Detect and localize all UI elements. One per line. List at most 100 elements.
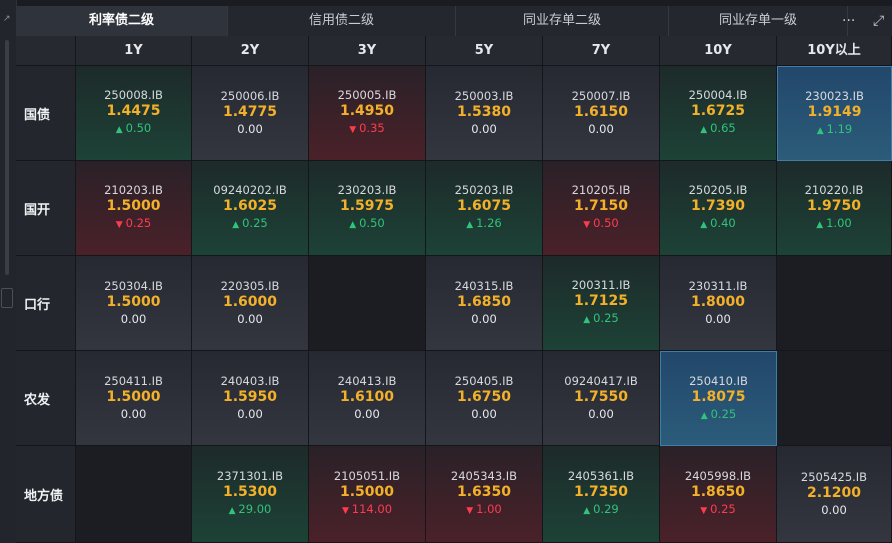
bond-code: 240403.IB: [220, 374, 280, 388]
bond-code: 230203.IB: [337, 183, 397, 197]
column-header-7: 10Y以上: [777, 36, 892, 66]
bond-code: 250304.IB: [104, 279, 163, 293]
bond-yield: 1.5000: [106, 389, 161, 405]
bond-yield: 1.5950: [222, 389, 278, 405]
bond-change-value: 0.00: [821, 503, 847, 517]
bond-code: 09240417.IB: [564, 374, 638, 388]
bond-cell[interactable]: 250008.IB 1.4475 ▲ 0.50: [76, 66, 192, 161]
bond-yield: 1.7150: [573, 198, 629, 214]
bond-cell[interactable]: 2371301.IB 1.5300 ▲ 29.00: [192, 446, 309, 543]
bond-change: 0.00: [237, 121, 263, 137]
bond-change-value: 0.50: [125, 121, 152, 135]
bond-yield: 1.6025: [222, 198, 278, 214]
bond-yield: 1.8000: [690, 294, 746, 310]
bond-code: 250008.IB: [104, 88, 163, 102]
bond-cell[interactable]: 240413.IB 1.6100 0.00: [309, 351, 426, 446]
bond-change: ▲ 1.00: [816, 215, 851, 233]
bond-code: 2371301.IB: [216, 469, 284, 483]
bond-yield: 1.7550: [573, 389, 629, 405]
bond-cell[interactable]: 250006.IB 1.4775 0.00: [192, 66, 309, 161]
bond-cell[interactable]: 250411.IB 1.5000 0.00: [76, 351, 192, 446]
bond-cell[interactable]: 2105051.IB 1.5000 ▼ 114.00: [309, 446, 426, 543]
bond-yield: 1.6075: [456, 198, 512, 214]
bond-change-value: 0.00: [354, 407, 380, 421]
bond-yield: 1.6725: [690, 103, 746, 119]
bond-cell[interactable]: 250005.IB 1.4950 ▼ 0.35: [309, 66, 426, 161]
arrow-up-icon: ▲: [583, 315, 594, 325]
bond-change: ▲ 0.25: [232, 215, 267, 233]
left-scrollbar[interactable]: [5, 40, 9, 275]
bond-cell[interactable]: 250205.IB 1.7390 ▲ 0.40: [660, 161, 777, 256]
bond-change: 0.00: [588, 121, 614, 137]
row-label: 农发: [16, 351, 76, 446]
bond-change-value: 0.25: [242, 216, 268, 230]
arrow-up-icon: ▲: [816, 125, 827, 136]
bond-yield: 1.4775: [222, 104, 278, 120]
bond-cell[interactable]: 220305.IB 1.6000 0.00: [192, 256, 309, 351]
arrow-up-icon: ▲: [583, 506, 594, 516]
bond-cell[interactable]: 240315.IB 1.6850 0.00: [426, 256, 543, 351]
bond-change-value: 0.50: [359, 216, 385, 230]
tab-ncd-primary[interactable]: 同业存单一级: [669, 6, 848, 36]
yield-grid: 1Y 2Y 3Y 5Y 7Y 10Y 10Y以上 国债 250008.IB 1.4475 ▲ 0.5…: [16, 36, 892, 543]
bond-cell[interactable]: 2505425.IB 2.1200 0.00: [777, 446, 892, 543]
arrow-up-icon: ▲: [700, 410, 711, 421]
bond-change: 0.00: [354, 406, 380, 422]
bond-code: 2105051.IB: [333, 469, 401, 483]
bond-change-value: 0.00: [588, 407, 614, 421]
arrow-down-icon: ▼: [583, 220, 594, 230]
bond-cell[interactable]: 250304.IB 1.5000 0.00: [76, 256, 192, 351]
bond-cell[interactable]: 230311.IB 1.8000 0.00: [660, 256, 777, 351]
bond-change: ▲ 0.50: [349, 215, 384, 233]
bond-change: 0.00: [471, 121, 497, 137]
bond-cell[interactable]: 250003.IB 1.5380 0.00: [426, 66, 543, 161]
bond-cell[interactable]: 250004.IB 1.6725 ▲ 0.65: [660, 66, 777, 161]
bond-code: 240315.IB: [454, 279, 514, 293]
bond-cell[interactable]: 2405361.IB 1.7350 ▲ 0.29: [543, 446, 660, 543]
bond-cell[interactable]: 240403.IB 1.5950 0.00: [192, 351, 309, 446]
bond-cell[interactable]: 250203.IB 1.6075 ▲ 1.26: [426, 161, 543, 256]
bond-code: 230311.IB: [688, 279, 748, 293]
bond-change: 0.00: [121, 406, 147, 422]
bond-change: 0.00: [121, 311, 147, 327]
bond-cell[interactable]: 230023.IB 1.9149 ▲ 1.19: [777, 66, 892, 161]
bond-cell[interactable]: 09240417.IB 1.7550 0.00: [543, 351, 660, 446]
bond-yield: 1.6750: [456, 389, 512, 405]
bond-cell[interactable]: 2405343.IB 1.6350 ▼ 1.00: [426, 446, 543, 543]
bond-cell[interactable]: 230203.IB 1.5975 ▲ 0.50: [309, 161, 426, 256]
tab-rate-bonds-secondary[interactable]: 利率债二级: [16, 6, 228, 36]
bond-change: ▲ 1.26: [466, 215, 501, 233]
bond-change-value: 0.25: [125, 216, 152, 230]
expand-icon[interactable]: ⤢: [873, 6, 884, 36]
row-label: 口行: [16, 256, 76, 351]
bond-code: 210220.IB: [804, 183, 864, 197]
bond-change: ▲ 0.40: [700, 215, 735, 233]
bond-cell[interactable]: 250405.IB 1.6750 0.00: [426, 351, 543, 446]
bond-change: 0.00: [237, 406, 263, 422]
bond-yield: 1.6000: [222, 294, 278, 310]
left-panel-control[interactable]: [1, 288, 13, 308]
bond-code: 200311.IB: [571, 278, 631, 292]
bond-change: ▲ 0.65: [700, 120, 735, 138]
bond-code: 250004.IB: [688, 88, 748, 102]
bond-cell[interactable]: 210220.IB 1.9750 ▲ 1.00: [777, 161, 892, 256]
tab-credit-bonds-secondary[interactable]: 信用债二级: [228, 6, 456, 36]
tab-ncd-secondary[interactable]: 同业存单二级: [456, 6, 669, 36]
more-icon[interactable]: ···: [842, 6, 855, 36]
bond-cell[interactable]: 09240202.IB 1.6025 ▲ 0.25: [192, 161, 309, 256]
bond-change-value: 0.00: [237, 312, 263, 326]
bond-cell[interactable]: 210205.IB 1.7150 ▼ 0.50: [543, 161, 660, 256]
bond-code: 2405998.IB: [684, 469, 752, 483]
empty-cell: [76, 446, 192, 543]
arrow-down-icon: ▼: [115, 220, 126, 230]
empty-cell: [777, 351, 892, 446]
bond-cell[interactable]: 210203.IB 1.5000 ▼ 0.25: [76, 161, 192, 256]
bond-cell[interactable]: 250410.IB 1.8075 ▲ 0.25: [660, 351, 777, 446]
bond-cell[interactable]: 250007.IB 1.6150 0.00: [543, 66, 660, 161]
bond-code: 250410.IB: [689, 373, 748, 388]
bond-cell[interactable]: 2405998.IB 1.8650 ▼ 0.25: [660, 446, 777, 543]
bond-cell[interactable]: 200311.IB 1.7125 ▲ 0.25: [543, 256, 660, 351]
bond-change-value: 0.00: [237, 122, 263, 136]
collapse-icon[interactable]: ↗: [3, 14, 11, 24]
tab-bar: 利率债二级 信用债二级 同业存单二级 同业存单一级: [16, 6, 892, 36]
